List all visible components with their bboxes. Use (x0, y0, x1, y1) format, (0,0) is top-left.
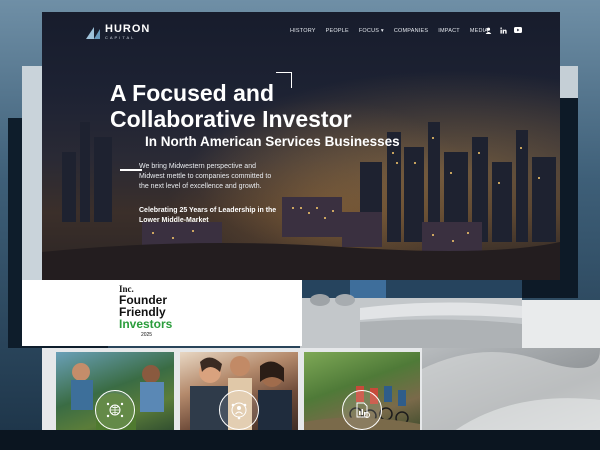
logo-mark-icon (86, 27, 100, 39)
anniversary-text: Celebrating 25 Years of Leadership in th… (139, 207, 277, 224)
nav-people[interactable]: PEOPLE (326, 28, 349, 34)
globe-network-icon (95, 390, 135, 430)
impact-card-3[interactable] (304, 352, 420, 434)
impact-card-2[interactable] (180, 352, 298, 434)
award-line-3: Investors (119, 317, 173, 331)
award-panel: Inc. Founder Friendly Investors 2025 (22, 280, 302, 346)
inc-award-badge[interactable]: Inc. Founder Friendly Investors 2025 (119, 284, 179, 338)
hero-headline: A Focused and Collaborative Investor (110, 80, 352, 132)
people-network-icon (219, 390, 259, 430)
nav-focus[interactable]: FOCUS ▾ (359, 28, 384, 34)
impact-card-1[interactable] (56, 352, 174, 434)
main-nav: HISTORY PEOPLE FOCUS ▾ COMPANIES IMPACT … (290, 28, 488, 34)
hero-section: HURON CAPITAL HISTORY PEOPLE FOCUS ▾ COM… (42, 12, 560, 280)
desktop-bottom-bar (0, 430, 600, 450)
hero-subheadline: In North American Services Businesses (145, 134, 400, 149)
nav-companies[interactable]: COMPANIES (394, 28, 428, 34)
logo-subtitle: CAPITAL (105, 35, 136, 40)
user-icon[interactable] (484, 26, 492, 34)
headline-line-1: A Focused and (110, 80, 274, 106)
hero-paragraph: We bring Midwestern perspective and Midw… (139, 163, 272, 190)
chevron-down-icon: ▾ (380, 28, 384, 34)
nav-history[interactable]: HISTORY (290, 28, 316, 34)
logo-wordmark: HURON (105, 23, 151, 35)
linkedin-icon[interactable] (499, 26, 507, 34)
overlapping-window (300, 278, 522, 348)
huron-capital-logo[interactable]: HURON CAPITAL (86, 24, 150, 40)
award-year: 2025 (140, 332, 153, 338)
nav-impact[interactable]: IMPACT (438, 28, 460, 34)
social-links (484, 26, 522, 34)
headline-line-2: Collaborative Investor (110, 106, 352, 132)
shoreline-highlight (522, 300, 600, 348)
youtube-icon[interactable] (514, 26, 522, 34)
document-chart-icon (342, 390, 382, 430)
top-navigation: HURON CAPITAL HISTORY PEOPLE FOCUS ▾ COM… (42, 12, 560, 52)
